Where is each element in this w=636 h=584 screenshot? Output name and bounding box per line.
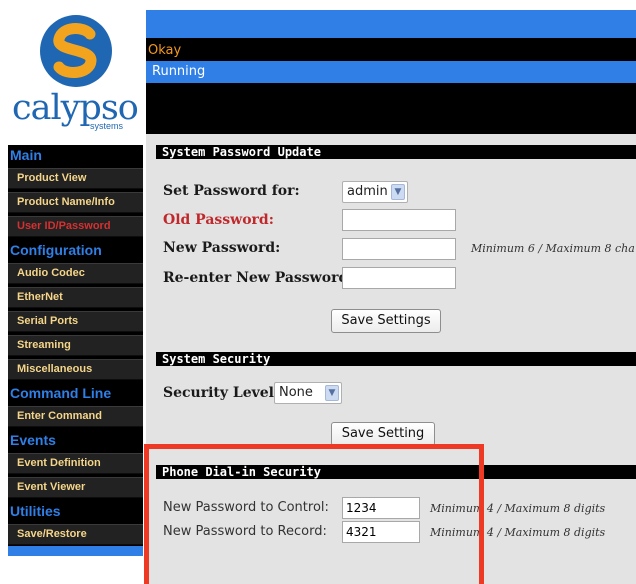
nav-item-save-restore[interactable]: Save/Restore (8, 524, 143, 545)
calypso-logo: calypso systems (8, 10, 143, 145)
top-banner (146, 10, 636, 38)
security-level-select[interactable]: None ▼ (274, 382, 342, 404)
record-password-label: New Password to Record: (163, 524, 327, 539)
nav-item-product-name-info[interactable]: Product Name/Info (8, 192, 143, 213)
nav-section-command-line: Command Line (8, 383, 143, 404)
status-message: Okay (148, 43, 182, 58)
new-password-hint: Minimum 6 / Maximum 8 cha (471, 242, 635, 255)
section-header-password-update: System Password Update (156, 145, 636, 159)
calypso-swirl-icon (40, 15, 112, 87)
nav-item-event-definition[interactable]: Event Definition (8, 453, 143, 474)
old-password-label: Old Password: (163, 212, 274, 228)
nav-section-configuration: Configuration (8, 240, 143, 261)
section-header-phone-dial-in-security: Phone Dial-in Security (156, 465, 636, 479)
nav-item-event-viewer[interactable]: Event Viewer (8, 477, 143, 498)
settings-panel: System Password Update Set Password for:… (146, 134, 636, 584)
nav-item-streaming[interactable]: Streaming (8, 335, 143, 356)
security-level-label: Security Level: (163, 385, 280, 401)
nav-item-audio-codec[interactable]: Audio Codec (8, 263, 143, 284)
control-password-hint: Minimum 4 / Maximum 8 digits (430, 502, 606, 515)
set-password-for-label: Set Password for: (163, 183, 300, 199)
new-password-label: New Password: (163, 240, 281, 256)
sidebar: calypso systems Main Product View Produc… (8, 10, 143, 556)
record-password-hint: Minimum 4 / Maximum 8 digits (430, 526, 606, 539)
old-password-field[interactable] (342, 209, 456, 231)
save-setting-button[interactable]: Save Setting (331, 422, 435, 446)
record-password-field[interactable] (342, 521, 420, 543)
status-state: Running (146, 61, 636, 83)
sidebar-bottom-bar (8, 546, 143, 556)
status-area: Okay Running (146, 38, 636, 134)
logo-subtitle: systems (89, 121, 123, 131)
nav-section-events: Events (8, 430, 143, 451)
control-password-label: New Password to Control: (163, 500, 329, 515)
user-select[interactable]: admin ▼ (342, 181, 408, 203)
reenter-password-label: Re-enter New Password: (163, 270, 354, 286)
chevron-down-icon: ▼ (391, 184, 405, 200)
nav-item-enter-command[interactable]: Enter Command (8, 406, 143, 427)
nav-section-utilities: Utilities (8, 501, 143, 522)
security-level-value: None (279, 385, 313, 400)
save-settings-button[interactable]: Save Settings (331, 309, 441, 333)
nav-item-miscellaneous[interactable]: Miscellaneous (8, 359, 143, 380)
nav-section-main: Main (8, 145, 143, 166)
control-password-field[interactable] (342, 497, 420, 519)
chevron-down-icon: ▼ (325, 385, 339, 401)
user-select-value: admin (347, 184, 388, 199)
nav-item-serial-ports[interactable]: Serial Ports (8, 311, 143, 332)
new-password-field[interactable] (342, 238, 456, 260)
reenter-password-field[interactable] (342, 267, 456, 289)
nav-item-user-id-password[interactable]: User ID/Password (8, 216, 143, 237)
nav-item-product-view[interactable]: Product View (8, 168, 143, 189)
section-header-system-security: System Security (156, 352, 636, 366)
nav-item-ethernet[interactable]: EtherNet (8, 287, 143, 308)
